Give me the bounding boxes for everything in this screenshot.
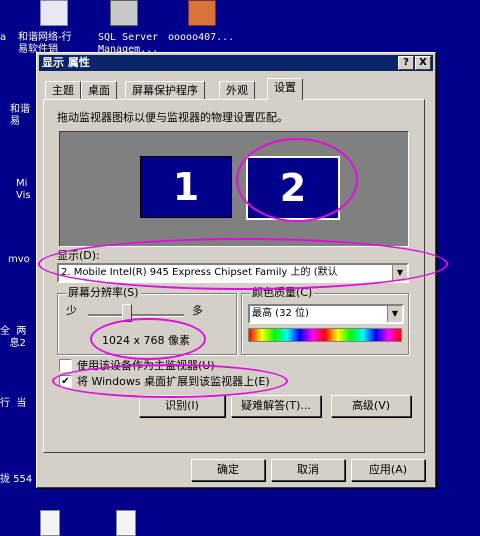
monitor-2[interactable]: 2 (246, 156, 340, 220)
close-button[interactable]: X (415, 56, 431, 70)
display-properties-dialog: 显示 属性 ? X 主题 桌面 屏幕保护程序 外观 设置 拖动监视器图标以便与监… (36, 52, 436, 488)
identify-button[interactable]: 识别(I) (139, 395, 225, 417)
desktop-label-3[interactable]: ooooo407... (168, 32, 234, 44)
sql-server-icon[interactable] (110, 0, 138, 26)
tab-desktop[interactable]: 桌面 (81, 81, 117, 100)
color-quality-value: 最高 (32 位) (252, 308, 309, 319)
display-label: 显示(D): (57, 249, 100, 262)
resolution-group-title: 屏幕分辨率(S) (66, 286, 141, 299)
desktop-left-label: 全 两 息2 (0, 326, 27, 349)
primary-monitor-label[interactable]: 使用该设备作为主监视器(U) (77, 357, 215, 373)
advanced-button[interactable]: 高级(V) (331, 395, 411, 417)
extend-desktop-label[interactable]: 将 Windows 桌面扩展到该监视器上(E) (77, 373, 270, 389)
title-bar: 显示 属性 ? X (39, 55, 433, 71)
help-button[interactable]: ? (398, 56, 414, 70)
chevron-down-icon[interactable]: ▼ (392, 265, 407, 281)
tab-themes[interactable]: 主题 (45, 81, 81, 100)
primary-monitor-checkbox[interactable] (59, 359, 72, 372)
desktop-left-label: 拢 554 (0, 474, 33, 485)
color-quality-group: 颜色质量(C) 最高 (32 位) ▼ (241, 287, 409, 355)
ok-button[interactable]: 确定 (191, 459, 265, 481)
troubleshoot-button[interactable]: 疑难解答(T)... (231, 395, 321, 417)
shortcut-icon[interactable] (188, 0, 216, 26)
extend-desktop-checkbox[interactable]: ✔ (59, 375, 72, 388)
resolution-slider-track[interactable] (88, 314, 184, 317)
cancel-button[interactable]: 取消 (271, 459, 345, 481)
tab-appearance[interactable]: 外观 (219, 81, 255, 100)
desktop-left-label: 和谐 易 (10, 104, 30, 127)
instruction-text: 拖动监视器图标以便与监视器的物理设置匹配。 (57, 111, 288, 124)
apply-button[interactable]: 应用(A) (351, 459, 425, 481)
window-title: 显示 属性 (42, 56, 90, 69)
color-quality-title: 颜色质量(C) (250, 286, 315, 299)
file-icon[interactable] (116, 510, 136, 536)
monitor-1[interactable]: 1 (140, 156, 232, 218)
document-icon[interactable] (40, 0, 68, 26)
resolution-group: 屏幕分辨率(S) 少 多 1024 x 768 像素 (57, 287, 237, 355)
desktop-left-label: Mi Vis (16, 178, 31, 201)
tab-settings[interactable]: 设置 (267, 78, 303, 100)
chevron-down-icon[interactable]: ▼ (387, 306, 402, 322)
desktop-left-label: 行 当 (0, 398, 27, 409)
tab-screensaver[interactable]: 屏幕保护程序 (125, 81, 205, 100)
desktop-left-label: a (0, 32, 7, 43)
desktop-left-label: mvo (8, 254, 30, 265)
display-value: 2. Mobile Intel(R) 945 Express Chipset F… (61, 267, 338, 278)
file-icon[interactable] (40, 510, 60, 536)
resolution-slider-thumb[interactable] (122, 304, 132, 322)
color-quality-select[interactable]: 最高 (32 位) ▼ (248, 304, 404, 324)
display-select[interactable]: 2. Mobile Intel(R) 945 Express Chipset F… (57, 263, 409, 283)
resolution-more-label: 多 (192, 304, 203, 317)
resolution-value: 1024 x 768 像素 (102, 334, 190, 347)
monitor-preview: 1 2 (59, 131, 409, 247)
color-spectrum-bar (248, 328, 402, 342)
resolution-less-label: 少 (66, 304, 77, 317)
